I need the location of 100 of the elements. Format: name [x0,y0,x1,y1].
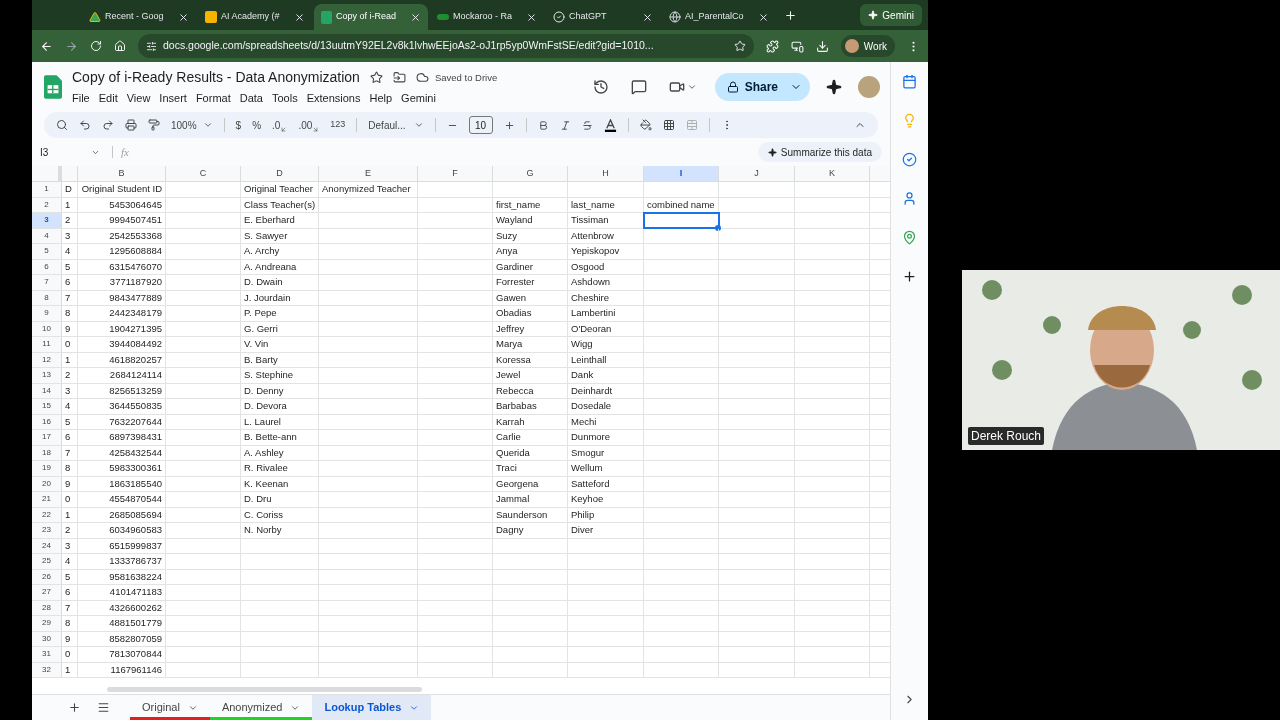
redo-icon[interactable] [102,119,114,131]
currency-button[interactable]: $ [235,117,242,133]
text-color-icon[interactable] [603,118,617,132]
add-icon[interactable] [902,269,917,284]
summarize-button[interactable]: Summarize this data [757,142,882,162]
video-camera-icon[interactable] [668,79,685,95]
menu-item[interactable]: Help [369,90,393,107]
browser-tab[interactable]: Copy of i-Read [314,4,428,30]
download-icon[interactable] [815,39,829,53]
italic-icon[interactable] [559,119,571,131]
menu-item[interactable]: Gemini [401,90,436,107]
browser-tab[interactable]: AI_ParentalCo [662,4,776,30]
sheet-tab[interactable]: Original [130,695,210,720]
row-header[interactable]: 1 [32,182,62,197]
row-header[interactable]: 17 [32,430,62,445]
column-header[interactable]: G [493,166,568,181]
name-box[interactable]: I3 [40,144,104,160]
sheet-tab[interactable]: Lookup Tables [312,695,432,720]
menu-item[interactable]: Tools [271,90,298,107]
move-icon[interactable] [392,71,406,85]
row-header[interactable]: 29 [32,616,62,631]
row-header[interactable]: 21 [32,492,62,507]
increase-decimal-button[interactable]: .00 [298,117,320,133]
column-header[interactable]: I [644,166,719,181]
menu-item[interactable]: View [126,90,151,107]
browser-tab[interactable]: AI Academy (# [198,4,312,30]
row-header[interactable]: 15 [32,399,62,414]
menu-item[interactable]: Edit [98,90,118,107]
column-header[interactable]: F [418,166,493,181]
all-sheets-icon[interactable] [97,701,110,714]
profile-button[interactable]: Work [840,35,895,57]
extensions-icon[interactable] [765,39,779,53]
row-header[interactable]: 7 [32,275,62,290]
menu-item[interactable]: Extensions [306,90,361,107]
forward-icon[interactable] [65,39,78,53]
tasks-icon[interactable] [902,152,917,167]
document-title[interactable]: Copy of i-Ready Results - Data Anonymization [72,67,360,89]
calendar-icon[interactable] [902,74,917,89]
bookmark-star-icon[interactable] [733,40,746,52]
row-header[interactable]: 9 [32,306,62,321]
menu-item[interactable]: Insert [159,90,187,107]
bold-icon[interactable] [537,119,549,131]
address-field[interactable]: docs.google.com/spreadsheets/d/13uutmY92EL2v8k1lvhwEEjoAs2-oJ1rp5yp0WmFstSE/edit?gid=1010... [138,34,754,58]
column-header[interactable]: J [719,166,795,181]
search-icon[interactable] [56,119,68,131]
row-header[interactable]: 31 [32,647,62,662]
caret-icon[interactable] [686,82,697,92]
row-header[interactable]: 23 [32,523,62,538]
add-sheet-icon[interactable] [68,701,81,714]
row-header[interactable]: 19 [32,461,62,476]
row-header[interactable]: 25 [32,554,62,569]
row-header[interactable]: 13 [32,368,62,383]
history-icon[interactable] [592,79,609,95]
gemini-button[interactable]: Gemini [860,4,922,26]
close-icon[interactable] [526,11,537,23]
number-format-button[interactable]: 123 [330,118,346,132]
browser-tab[interactable]: Mockaroo - Ra [430,4,544,30]
star-icon[interactable] [369,71,383,85]
menu-item[interactable]: File [72,90,90,107]
increase-font-icon[interactable] [503,119,515,131]
merge-cells-icon[interactable] [685,119,698,131]
close-icon[interactable] [642,11,653,23]
close-icon[interactable] [758,11,769,23]
close-icon[interactable] [294,11,305,23]
menu-item[interactable]: Format [195,90,231,107]
paint-format-icon[interactable] [148,119,160,131]
row-header[interactable]: 27 [32,585,62,600]
gemini-icon[interactable] [826,79,842,95]
close-icon[interactable] [178,11,189,23]
font-size-field[interactable]: 10 [468,116,493,134]
row-header[interactable]: 11 [32,337,62,352]
strikethrough-icon[interactable] [581,119,593,131]
sheet-tab[interactable]: Anonymized [209,695,313,720]
reload-icon[interactable] [90,40,102,52]
column-header[interactable]: K [795,166,870,181]
zoom-dropdown[interactable]: 100% [171,117,213,133]
percent-button[interactable]: % [252,117,262,133]
column-header[interactable]: C [166,166,241,181]
print-icon[interactable] [125,119,137,131]
row-header[interactable]: 3 [32,213,62,228]
column-header[interactable]: D [241,166,319,181]
comment-icon[interactable] [630,79,647,95]
column-header[interactable]: B [78,166,166,181]
map-pin-icon[interactable] [902,230,917,245]
browser-tab[interactable]: ChatGPT [546,4,660,30]
menu-item[interactable]: Data [239,90,263,107]
scrollbar[interactable] [107,686,422,692]
borders-icon[interactable] [662,119,675,131]
home-icon[interactable] [114,40,126,52]
close-icon[interactable] [410,11,421,23]
undo-icon[interactable] [79,119,91,131]
decrease-decimal-button[interactable]: .0 [272,117,288,133]
site-settings-icon[interactable] [146,40,157,52]
column-header[interactable]: E [319,166,418,181]
fill-color-icon[interactable] [639,119,652,131]
new-tab-icon[interactable] [784,9,797,22]
browser-tab[interactable]: Recent - Goog [82,4,196,30]
font-dropdown[interactable]: Defaul... [368,117,424,133]
row-header[interactable]: 5 [32,244,62,259]
contacts-icon[interactable] [902,191,917,206]
